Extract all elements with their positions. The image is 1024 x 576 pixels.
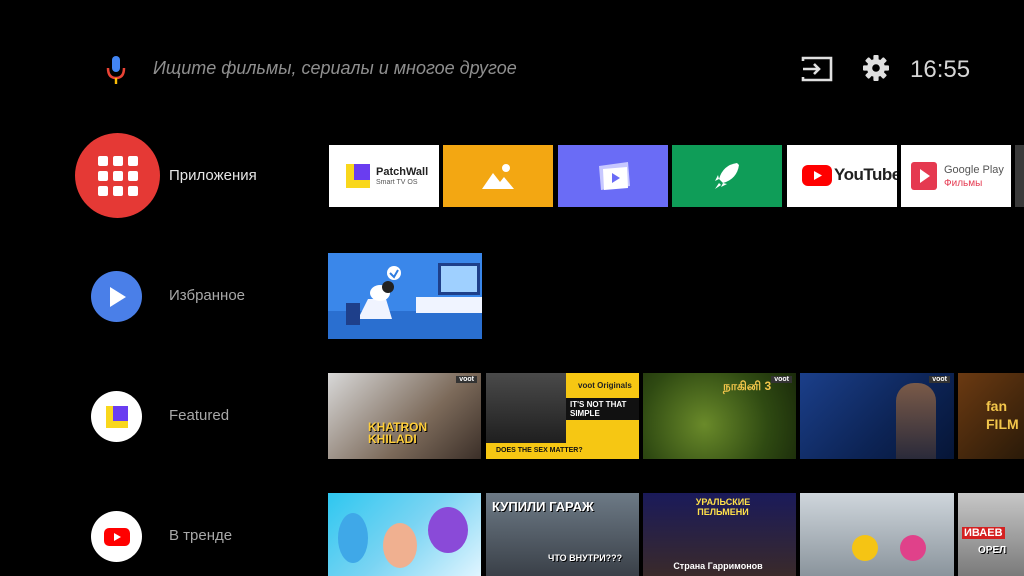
apps-grid-icon — [97, 155, 138, 196]
search-input[interactable]: Ищите фильмы, сериалы и многое другое — [153, 58, 517, 79]
voot-badge: voot Originals — [578, 381, 632, 390]
voot-badge: voot — [456, 376, 477, 383]
image-icon — [482, 164, 514, 189]
app-tile-play-movies[interactable]: Google Play Фильмы — [901, 145, 1011, 207]
favorites-row-icon[interactable] — [91, 271, 142, 322]
trending-tile[interactable]: УРАЛЬСКИЕ ПЕЛЬМЕНИ Страна Гарримонов — [643, 493, 796, 576]
youtube-icon — [103, 527, 130, 546]
trending-tile[interactable]: ИВАЕВ ОРЕЛ — [958, 493, 1024, 576]
featured-tile[interactable]: voot KHATRON KHILADI — [328, 373, 481, 459]
featured-title: fan FILM — [986, 398, 1019, 432]
featured-title: KHATRON KHILADI — [368, 420, 428, 446]
play-icon — [109, 286, 126, 307]
row-label-apps: Приложения — [169, 167, 257, 184]
patchwall-logo-icon — [346, 164, 370, 188]
patchwall-name: PatchWall — [376, 166, 429, 178]
app-tile-partial[interactable] — [1015, 145, 1024, 207]
apps-row-icon[interactable] — [75, 133, 160, 218]
featured-title: IT'S NOT THAT SIMPLE — [566, 398, 639, 420]
clock: 16:55 — [910, 56, 971, 83]
row-label-favorites: Избранное — [169, 287, 246, 304]
trending-title: КУПИЛИ ГАРАЖ — [492, 499, 594, 514]
featured-tile[interactable]: fan FILM — [958, 373, 1024, 459]
trending-caption: Страна Гарримонов — [673, 561, 763, 571]
featured-title: நாகினி 3 — [723, 379, 772, 393]
featured-row-icon[interactable] — [91, 391, 142, 442]
app-tile-video[interactable] — [558, 145, 668, 207]
featured-tile[interactable]: voot Originals IT'S NOT THAT SIMPLE DOES… — [486, 373, 639, 459]
trending-caption: ОРЕЛ — [978, 545, 1007, 556]
trending-tile[interactable]: КУПИЛИ ГАРАЖ ЧТО ВНУТРИ??? — [486, 493, 639, 576]
microphone-icon[interactable] — [104, 54, 128, 86]
row-label-featured: Featured — [169, 407, 230, 424]
trending-title: ИВАЕВ — [962, 527, 1005, 539]
trending-title: УРАЛЬСКИЕ ПЕЛЬМЕНИ — [695, 497, 751, 517]
play-movies-logo-icon — [911, 162, 937, 190]
featured-caption: DOES THE SEX MATTER? — [496, 447, 583, 454]
favorites-empty-tile[interactable] — [328, 253, 482, 339]
app-tile-youtube[interactable]: YouTube — [787, 145, 897, 207]
app-tile-patchwall[interactable]: PatchWall Smart TV OS — [329, 145, 439, 207]
patchwall-icon — [105, 405, 128, 428]
app-tile-gallery[interactable] — [443, 145, 553, 207]
voot-badge: voot — [929, 376, 950, 383]
patchwall-sub: Smart TV OS — [376, 179, 418, 186]
trending-caption: ЧТО ВНУТРИ??? — [548, 553, 623, 563]
youtube-logo-icon — [802, 165, 832, 186]
app-tile-launcher[interactable] — [672, 145, 782, 207]
youtube-name: YouTube — [834, 165, 897, 184]
gear-icon[interactable] — [862, 53, 890, 83]
featured-tile[interactable]: voot நாகினி 3 — [643, 373, 796, 459]
trending-tile[interactable] — [800, 493, 954, 576]
trending-row-icon[interactable] — [91, 511, 142, 562]
favorites-illustration — [328, 253, 482, 339]
rocket-icon — [715, 163, 739, 189]
input-source-icon[interactable] — [801, 55, 833, 83]
play-movies-sub: Фильмы — [944, 178, 983, 189]
play-movies-name: Google Play — [944, 164, 1004, 176]
play-folder-icon — [599, 162, 630, 190]
featured-tile[interactable]: voot — [800, 373, 954, 459]
row-label-trending: В тренде — [169, 527, 233, 544]
trending-tile[interactable] — [328, 493, 481, 576]
voot-badge: voot — [771, 376, 792, 383]
top-bar: Ищите фильмы, сериалы и многое другое 16… — [0, 0, 1024, 120]
